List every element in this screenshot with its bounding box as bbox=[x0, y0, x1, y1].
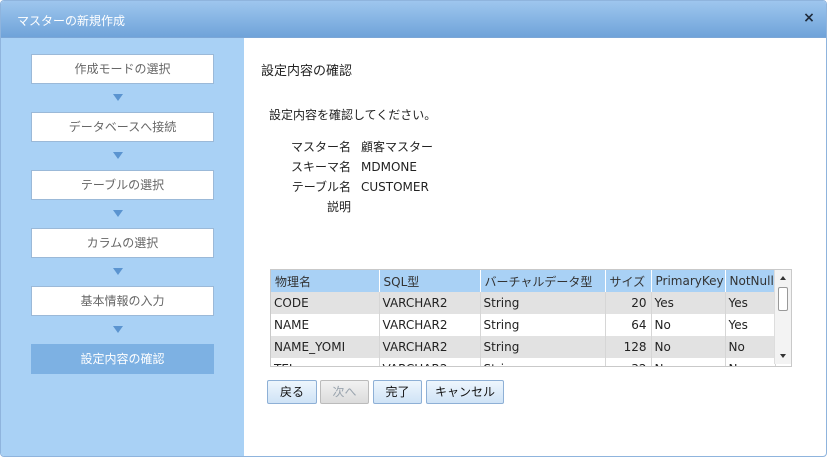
cell-not-null: Yes bbox=[725, 292, 776, 314]
step-select-table: テーブルの選択 bbox=[31, 170, 214, 200]
close-icon[interactable]: × bbox=[802, 11, 816, 25]
columns-grid[interactable]: 物理名 SQL型 バーチャルデータ型 サイズ PrimaryKey NotNul… bbox=[270, 269, 792, 367]
column-header-sql-type[interactable]: SQL型 bbox=[379, 270, 481, 292]
step-confirm-settings: 設定内容の確認 bbox=[31, 344, 214, 374]
info-label: マスター名 bbox=[290, 140, 351, 154]
table-header-row: 物理名 SQL型 バーチャルデータ型 サイズ PrimaryKey NotNul… bbox=[271, 270, 776, 292]
cell-virtual-type: String bbox=[480, 292, 606, 314]
info-label: スキーマ名 bbox=[290, 160, 351, 174]
table-row[interactable]: TEL VARCHAR2 String 32 No No bbox=[271, 358, 776, 366]
info-value: 顧客マスター bbox=[361, 140, 434, 154]
column-header-primary-key[interactable]: PrimaryKey bbox=[651, 270, 726, 292]
cell-primary-key: No bbox=[651, 314, 726, 336]
cell-not-null: Yes bbox=[725, 314, 776, 336]
info-row-description: 説明 bbox=[271, 198, 361, 215]
cell-physical-name: CODE bbox=[271, 292, 380, 314]
info-row-schema-name: スキーマ名 MDMONE bbox=[271, 158, 417, 175]
cell-physical-name: NAME bbox=[271, 314, 380, 336]
step-connect-database: データベースへ接続 bbox=[31, 112, 214, 142]
column-header-not-null[interactable]: NotNull bbox=[725, 270, 776, 292]
cancel-button[interactable]: キャンセル bbox=[426, 380, 504, 404]
instruction-text: 設定内容を確認してください。 bbox=[269, 108, 437, 122]
dialog-title: マスターの新規作成 bbox=[17, 14, 126, 28]
step-arrow-icon bbox=[113, 210, 123, 217]
table-row[interactable]: CODE VARCHAR2 String 20 Yes Yes bbox=[271, 292, 776, 314]
cell-size: 32 bbox=[605, 358, 652, 366]
cell-physical-name: NAME_YOMI bbox=[271, 336, 380, 358]
grid-scrollbar[interactable] bbox=[774, 270, 791, 364]
column-header-physical-name[interactable]: 物理名 bbox=[271, 270, 380, 292]
cell-virtual-type: String bbox=[480, 336, 606, 358]
step-arrow-icon bbox=[113, 326, 123, 333]
cell-primary-key: Yes bbox=[651, 292, 726, 314]
scroll-down-icon[interactable] bbox=[780, 354, 786, 358]
cell-primary-key: No bbox=[651, 336, 726, 358]
step-select-columns: カラムの選択 bbox=[31, 228, 214, 258]
cell-sql-type: VARCHAR2 bbox=[379, 292, 481, 314]
scroll-thumb[interactable] bbox=[778, 287, 788, 311]
cell-sql-type: VARCHAR2 bbox=[379, 358, 481, 366]
cell-not-null: No bbox=[725, 336, 776, 358]
next-button[interactable]: 次へ bbox=[320, 380, 369, 404]
dialog-window: マスターの新規作成 × 作成モードの選択 データベースへ接続 テーブルの選択 カ… bbox=[0, 0, 827, 457]
cell-not-null: No bbox=[725, 358, 776, 366]
info-value: MDMONE bbox=[361, 160, 417, 174]
cell-sql-type: VARCHAR2 bbox=[379, 336, 481, 358]
back-button[interactable]: 戻る bbox=[267, 380, 317, 404]
title-bar: マスターの新規作成 × bbox=[1, 1, 826, 38]
cell-sql-type: VARCHAR2 bbox=[379, 314, 481, 336]
step-select-mode: 作成モードの選択 bbox=[31, 54, 214, 84]
info-row-table-name: テーブル名 CUSTOMER bbox=[271, 178, 429, 195]
cell-size: 64 bbox=[605, 314, 652, 336]
table-row[interactable]: NAME_YOMI VARCHAR2 String 128 No No bbox=[271, 336, 776, 358]
info-label: テーブル名 bbox=[291, 180, 351, 194]
info-value: CUSTOMER bbox=[361, 180, 429, 194]
cell-virtual-type: String bbox=[480, 314, 606, 336]
step-arrow-icon bbox=[113, 94, 123, 101]
wizard-steps-sidebar: 作成モードの選択 データベースへ接続 テーブルの選択 カラムの選択 基本情報の入… bbox=[1, 38, 244, 456]
info-row-master-name: マスター名 顧客マスター bbox=[271, 138, 433, 155]
cell-physical-name: TEL bbox=[271, 358, 380, 366]
cell-primary-key: No bbox=[651, 358, 726, 366]
finish-button[interactable]: 完了 bbox=[373, 380, 422, 404]
cell-size: 128 bbox=[605, 336, 652, 358]
cell-size: 20 bbox=[605, 292, 652, 314]
columns-table: 物理名 SQL型 バーチャルデータ型 サイズ PrimaryKey NotNul… bbox=[271, 270, 776, 366]
cell-virtual-type: String bbox=[480, 358, 606, 366]
info-label: 説明 bbox=[326, 200, 351, 214]
table-row[interactable]: NAME VARCHAR2 String 64 No Yes bbox=[271, 314, 776, 336]
column-header-virtual-type[interactable]: バーチャルデータ型 bbox=[480, 270, 606, 292]
step-basic-info: 基本情報の入力 bbox=[31, 286, 214, 316]
step-arrow-icon bbox=[113, 152, 123, 159]
scroll-up-icon[interactable] bbox=[780, 276, 786, 280]
page-title: 設定内容の確認 bbox=[261, 64, 353, 79]
column-header-size[interactable]: サイズ bbox=[605, 270, 652, 292]
step-arrow-icon bbox=[113, 268, 123, 275]
